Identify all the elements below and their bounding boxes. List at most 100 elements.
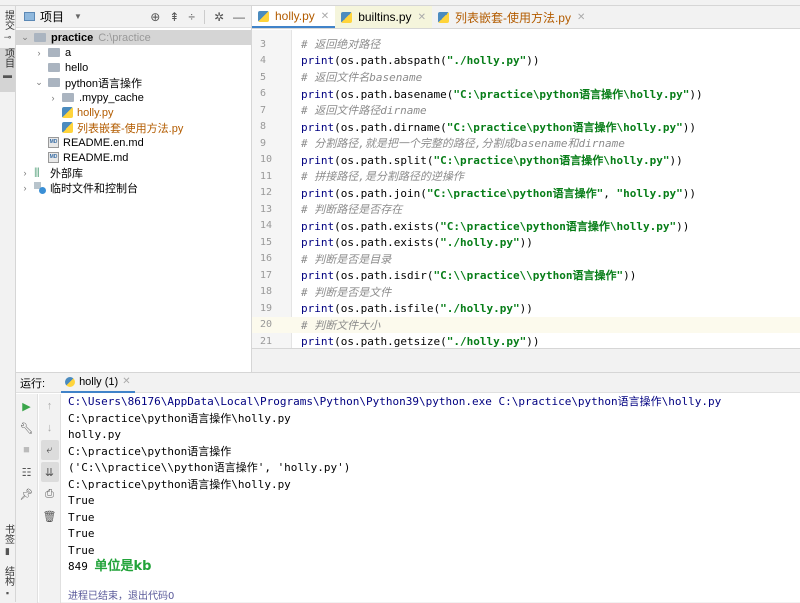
tab-builtins-py[interactable]: builtins.py ✕ [335, 6, 432, 28]
line-number: 20 [260, 319, 273, 331]
chevron-right-icon[interactable]: › [34, 48, 44, 58]
code-line[interactable]: 3 # 返回绝对路径 [252, 36, 800, 53]
collapse-all-icon[interactable]: ÷ [188, 10, 195, 24]
code-line[interactable]: 18 # 判断是否是文件 [252, 284, 800, 301]
process-exit-message: 进程已结束，退出代码0 [68, 591, 175, 602]
code-line[interactable]: 10 print(os.path.split("C:\practice\pytho… [252, 152, 800, 169]
close-icon[interactable]: ✕ [122, 376, 130, 387]
commit-tool-tab[interactable]: 提交 ⊸ [0, 10, 15, 44]
tree-item-external-libraries[interactable]: › ||| 外部库 [16, 165, 251, 180]
code-comment: # 判断路径是否存在 [301, 203, 403, 217]
code-line[interactable]: 7 # 返回文件路径dirname [252, 102, 800, 119]
folder-icon [48, 78, 60, 87]
line-number: 12 [260, 187, 273, 199]
chevron-down-icon[interactable]: ⌄ [34, 77, 44, 88]
console-output-line: True [68, 527, 95, 540]
code-line[interactable]: 15 print(os.path.exists("./holly.py")) [252, 234, 800, 251]
line-number: 14 [260, 220, 273, 232]
code-statement: print(os.path.isfile("./holly.py")) [301, 301, 533, 315]
expand-all-icon[interactable]: ⇞ [169, 10, 179, 24]
chevron-down-icon[interactable]: ▼ [74, 12, 82, 21]
console-output-line: C:\practice\python语言操作\holly.py [68, 411, 291, 425]
scroll-to-end-icon[interactable]: ⇊ [40, 462, 59, 482]
close-icon[interactable]: ✕ [577, 12, 585, 23]
line-number: 16 [260, 253, 273, 265]
project-panel-header: 项目 ▼ ⊕ ⇞ ÷ ✲ — [16, 6, 251, 28]
code-line[interactable]: 11 # 拼接路径,是分割路径的逆操作 [252, 168, 800, 185]
tree-item-practice[interactable]: ⌄ practice C:\practice [16, 30, 251, 45]
tree-item-scratches[interactable]: › 临时文件和控制台 [16, 180, 251, 195]
console-output-line: C:\practice\python语言操作 [68, 444, 232, 458]
code-line[interactable]: 14 print(os.path.exists("C:\practice\pyth… [252, 218, 800, 235]
code-comment: # 拼接路径,是分割路径的逆操作 [301, 170, 464, 184]
code-line[interactable]: 9 # 分割路径,就是把一个完整的路径,分割成basename和dirname [252, 135, 800, 152]
tree-item-a[interactable]: › a [16, 45, 251, 60]
tree-item-readme-en[interactable]: MD README.en.md [16, 135, 251, 150]
tree-item-holly-py[interactable]: holly.py [16, 105, 251, 120]
tree-item-hello[interactable]: hello [16, 60, 251, 75]
code-line[interactable]: 6 print(os.path.basename("C:\practice\pyt… [252, 86, 800, 103]
chevron-down-icon[interactable]: ⌄ [20, 32, 30, 43]
close-icon[interactable]: ✕ [321, 11, 329, 22]
editor-panel: holly.py ✕ builtins.py ✕ 列表嵌套-使用方法.py ✕ … [252, 6, 800, 372]
code-area[interactable]: 3 # 返回绝对路径 4 print(os.path.abspath("./holly… [252, 30, 800, 348]
print-icon[interactable]: ⎙ [41, 484, 59, 504]
bookmark-icon: ▮ [5, 546, 10, 556]
arrow-down-icon[interactable]: ↓ [41, 418, 59, 438]
code-line[interactable]: 13 # 判断路径是否存在 [252, 201, 800, 218]
tree-item-readme[interactable]: MD README.md [16, 150, 251, 165]
code-line[interactable]: 19 print(os.path.isfile("./holly.py")) [252, 300, 800, 317]
line-number: 9 [260, 137, 267, 149]
locate-icon[interactable]: ⊕ [150, 10, 160, 24]
stop-icon[interactable]: ■ [18, 440, 36, 460]
code-statement: print(os.path.abspath("./holly.py")) [301, 54, 540, 68]
console-output-line: True [68, 494, 95, 507]
code-comment: # 返回文件路径dirname [301, 104, 427, 118]
code-statement: print(os.path.getsize("./holly.py")) [301, 334, 540, 348]
python-file-icon [258, 10, 269, 22]
line-number: 8 [260, 121, 267, 133]
code-statement: print(os.path.exists("C:\practice\python… [301, 219, 690, 233]
console-output-line: ('C:\\practice\\python语言操作', 'holly.py') [68, 461, 351, 474]
bookmarks-tool-tab[interactable]: 书签 ▮ [0, 524, 15, 560]
run-tab-holly[interactable]: holly (1) ✕ [61, 373, 135, 393]
pin-icon[interactable]: 📌︎ [18, 484, 36, 504]
code-line[interactable]: 17 print(os.path.isdir("C:\\practice\\pyt… [252, 267, 800, 284]
wrench-icon[interactable]: 🔧︎ [18, 418, 36, 438]
project-tool-tab[interactable]: 项目 ▬ [0, 48, 15, 92]
code-line[interactable]: 16 # 判断是否是目录 [252, 251, 800, 268]
chevron-right-icon[interactable]: › [48, 93, 58, 103]
code-line[interactable]: 8 print(os.path.dirname("C:\practice\pyth… [252, 119, 800, 136]
chevron-right-icon[interactable]: › [20, 168, 30, 178]
run-toolbar-right: ↑ ↓ ⤶ ⇊ ⎙ 🗑︎ [39, 394, 61, 603]
arrow-up-icon[interactable]: ↑ [41, 396, 59, 416]
project-tree: ⌄ practice C:\practice › a hello ⌄ pytho… [16, 28, 251, 195]
soft-wrap-icon[interactable]: ⤶ [40, 440, 59, 460]
line-number: 7 [260, 104, 267, 116]
tab-holly-py[interactable]: holly.py ✕ [252, 6, 336, 28]
folder-icon [34, 33, 46, 42]
layout-icon[interactable]: ☷ [18, 462, 36, 482]
trash-icon[interactable]: 🗑︎ [41, 506, 59, 526]
rerun-icon[interactable]: ▶ [18, 396, 36, 416]
console-output-line: 849 单位是kb [68, 559, 800, 579]
code-line[interactable]: 5 # 返回文件名basename [252, 69, 800, 86]
structure-tool-tab[interactable]: 结构 ▪ [0, 566, 15, 602]
close-icon[interactable]: ✕ [418, 12, 426, 23]
tree-item-list-nesting-py[interactable]: 列表嵌套-使用方法.py [16, 120, 251, 135]
tree-item-mypy-cache[interactable]: › .mypy_cache [16, 90, 251, 105]
python-file-icon [62, 107, 73, 118]
code-line[interactable]: 12 print(os.path.join("C:\practice\python… [252, 185, 800, 202]
gear-icon[interactable]: ✲ [214, 10, 224, 24]
tree-item-python-folder[interactable]: ⌄ python语言操作 [16, 75, 251, 90]
tab-list-nesting-py[interactable]: 列表嵌套-使用方法.py ✕ [432, 6, 591, 28]
console-output[interactable]: C:\Users\86176\AppData\Local\Programs\Py… [66, 394, 800, 603]
chevron-right-icon[interactable]: › [20, 183, 30, 193]
code-line[interactable]: 20 # 判断文件大小 [252, 316, 800, 333]
hide-icon[interactable]: — [233, 10, 245, 24]
console-command-line: C:\Users\86176\AppData\Local\Programs\Py… [68, 395, 722, 408]
scratch-icon [34, 181, 46, 194]
project-view-selector[interactable]: 项目 [40, 8, 64, 25]
code-line[interactable]: 4 print(os.path.abspath("./holly.py")) [252, 53, 800, 70]
code-statement: print(os.path.basename("C:\practice\pyth… [301, 87, 703, 101]
